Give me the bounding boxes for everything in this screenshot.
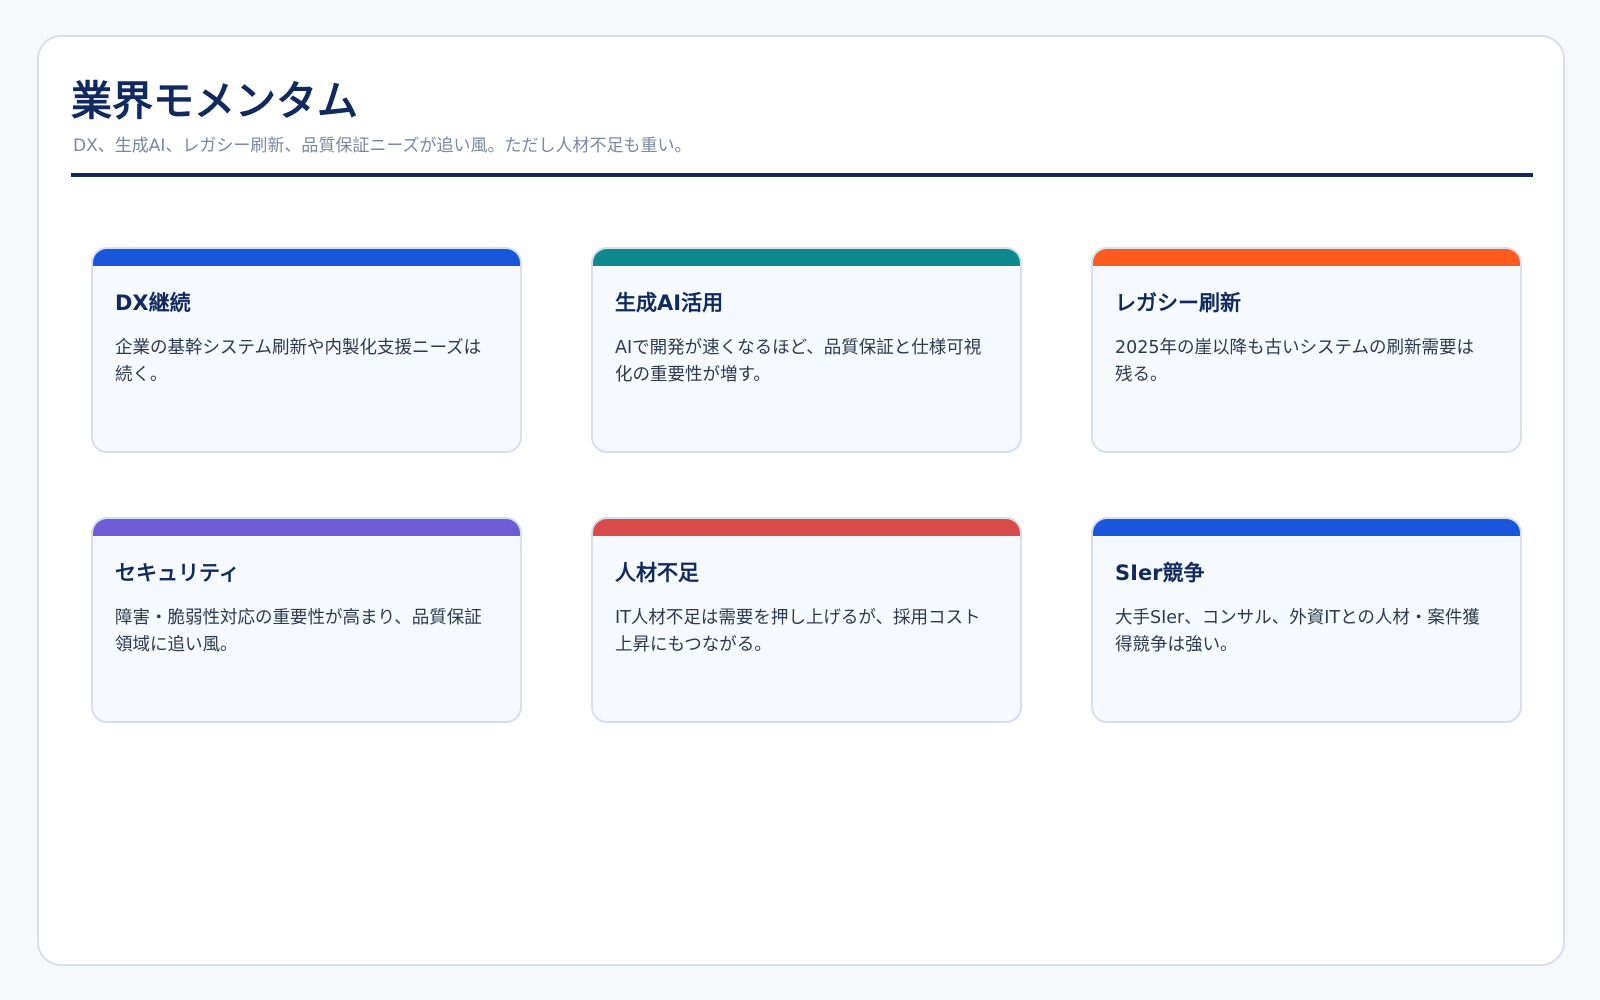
card-title: セキュリティ [115, 561, 240, 585]
card-title: 人材不足 [615, 561, 699, 585]
card-sier-competition: SIer競争 大手SIer、コンサル、外資ITとの人材・案件獲得競争は強い。 [1091, 517, 1522, 723]
card-accent-bar [93, 519, 520, 536]
card-text: 障害・脆弱性対応の重要性が高まり、品質保証領域に追い風。 [115, 608, 482, 655]
card-accent-bar [593, 519, 1020, 536]
card-accent-bar [93, 249, 520, 266]
card-text: 大手SIer、コンサル、外資ITとの人材・案件獲得競争は強い。 [1115, 608, 1480, 655]
slide-panel: 業界モメンタム DX、生成AI、レガシー刷新、品質保証ニーズが追い風。ただし人材… [37, 35, 1565, 966]
card-dx: DX継続 企業の基幹システム刷新や内製化支援ニーズは続く。 [91, 247, 522, 453]
card-title: DX継続 [115, 291, 191, 315]
card-accent-bar [593, 249, 1020, 266]
card-security: セキュリティ 障害・脆弱性対応の重要性が高まり、品質保証領域に追い風。 [91, 517, 522, 723]
title-divider [71, 173, 1533, 177]
card-accent-bar [1093, 519, 1520, 536]
card-generative-ai: 生成AI活用 AIで開発が速くなるほど、品質保証と仕様可視化の重要性が増す。 [591, 247, 1022, 453]
card-text: AIで開発が速くなるほど、品質保証と仕様可視化の重要性が増す。 [615, 338, 982, 385]
page-title: 業界モメンタム [71, 77, 358, 125]
card-title: レガシー刷新 [1115, 291, 1241, 315]
page-subtitle: DX、生成AI、レガシー刷新、品質保証ニーズが追い風。ただし人材不足も重い。 [73, 136, 692, 156]
card-legacy-renewal: レガシー刷新 2025年の崖以降も古いシステムの刷新需要は残る。 [1091, 247, 1522, 453]
card-title: 生成AI活用 [615, 291, 724, 315]
card-accent-bar [1093, 249, 1520, 266]
card-text: IT人材不足は需要を押し上げるが、採用コスト上昇にもつながる。 [615, 608, 981, 655]
card-title: SIer競争 [1115, 561, 1205, 585]
card-talent-shortage: 人材不足 IT人材不足は需要を押し上げるが、採用コスト上昇にもつながる。 [591, 517, 1022, 723]
card-text: 2025年の崖以降も古いシステムの刷新需要は残る。 [1115, 338, 1475, 385]
card-text: 企業の基幹システム刷新や内製化支援ニーズは続く。 [115, 338, 482, 385]
